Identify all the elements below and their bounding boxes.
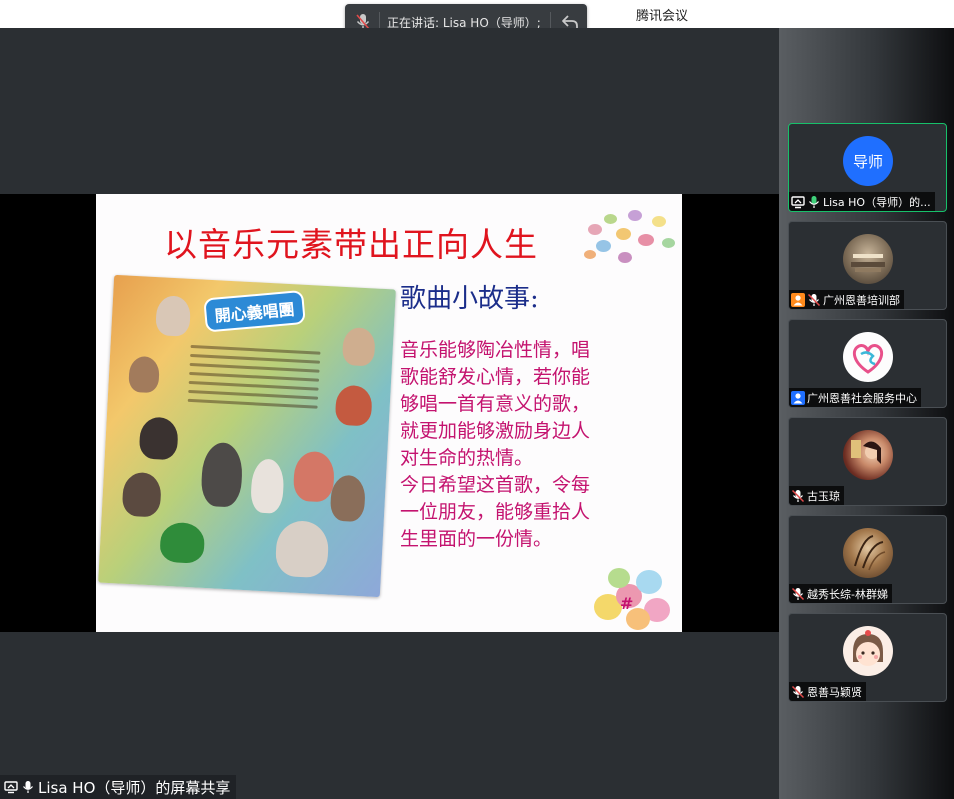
candy-decoration [618,252,632,263]
candy-decoration [608,568,630,588]
screen-share-icon [791,195,805,208]
mic-off-icon [791,587,805,600]
organization-logo-icon [852,344,884,374]
mic-on-icon [809,195,819,208]
body-line: 音乐能够陶冶性情，唱 [400,339,591,361]
person-photo [292,450,336,503]
participant-tile[interactable]: 广州恩善社会服务中心 [788,319,947,408]
participant-tile[interactable]: 导师 Lisa HO（导师）的... [788,123,947,212]
participant-tile[interactable]: 恩善马颖贤 [788,613,947,702]
participant-name: Lisa HO（导师）的... [823,195,931,209]
avatar [843,234,893,284]
shared-slide: 以音乐元素带出正向人生 歌曲小故事: 音乐能够陶冶性情，唱 歌能舒发心情，若你能… [96,194,682,632]
user-badge-icon [791,292,805,307]
calligraphy-photo-icon [854,535,886,571]
body-line: 够唱一首有意义的歌， [400,393,591,415]
person-photo [250,458,285,514]
person-photo [274,519,330,579]
candy-decoration [616,228,631,240]
screen-share-icon [4,781,18,794]
mic-off-icon [807,293,821,306]
participant-tile[interactable]: 古玉琼 [788,417,947,506]
participant-tile[interactable]: 越秀长综-林群娣 [788,515,947,604]
person-photo [121,471,162,518]
hash-mark: # [620,594,634,613]
participant-name-bar: 恩善马颖贤 [789,682,866,701]
candy-decoration [628,210,642,221]
body-line: 歌能舒发心情，若你能 [400,366,591,388]
person-photo-icon [851,440,881,464]
person-photo [128,355,160,394]
avatar [843,626,893,676]
cartoon-avatar-icon [853,630,883,666]
classroom-photo-icon [851,254,885,272]
person-photo [200,441,244,508]
screen-share-owner: Lisa HO（导师）的屏幕共享 [38,778,231,797]
candy-decoration [652,216,666,227]
candy-decoration [604,214,617,224]
candy-decoration [662,238,675,248]
participant-name: 越秀长综-林群娣 [807,587,888,601]
avatar [843,528,893,578]
mic-off-icon [791,685,805,698]
person-photo [138,416,179,461]
poster-text-block [187,339,321,426]
participant-name: 恩善马颖贤 [807,685,862,699]
choir-poster-image: 開心義唱團 [98,274,396,598]
app-title: 腾讯会议 [636,9,689,24]
body-line: 今日希望这首歌，令每 [400,474,591,496]
avatar: 导师 [843,136,893,186]
candy-decoration [636,570,662,594]
participant-tile[interactable]: 广州恩善培训部 [788,221,947,310]
participant-name: 古玉琼 [807,489,840,503]
avatar [843,430,893,480]
body-line: 生里面的一份情。 [400,528,553,550]
body-line: 就更加能够激励身边人 [400,420,591,442]
person-photo [155,295,192,337]
user-badge-icon [791,390,805,405]
participant-name-bar: 古玉琼 [789,486,844,505]
participant-name: 广州恩善社会服务中心 [807,391,917,405]
slide-subtitle: 歌曲小故事: [400,284,539,314]
poster-heading: 開心義唱團 [203,289,306,333]
person-photo [329,474,367,523]
participant-name-bar: 越秀长综-林群娣 [789,584,892,603]
participant-name-bar: 广州恩善社会服务中心 [789,388,921,407]
person-photo [334,384,373,427]
candy-decoration [638,234,654,246]
person-photo [341,326,376,367]
candy-decoration [584,250,596,259]
mic-on-icon [23,781,33,793]
avatar [843,332,893,382]
body-line: 对生命的热情。 [400,447,534,469]
participant-name: 广州恩善培训部 [823,293,900,307]
screen-share-label: Lisa HO（导师）的屏幕共享 [0,775,237,799]
slide-body: 音乐能够陶冶性情，唱 歌能舒发心情，若你能 够唱一首有意义的歌， 就更加能够激励… [400,337,636,553]
mic-off-icon [791,489,805,502]
participant-name-bar: Lisa HO（导师）的... [789,192,935,211]
slide-title: 以音乐元素带出正向人生 [164,225,538,264]
body-line: 一位朋友，能够重拾人 [400,501,591,523]
participant-name-bar: 广州恩善培训部 [789,290,904,309]
candy-decoration [596,240,611,252]
candy-decoration [588,224,602,235]
person-photo [159,521,206,564]
